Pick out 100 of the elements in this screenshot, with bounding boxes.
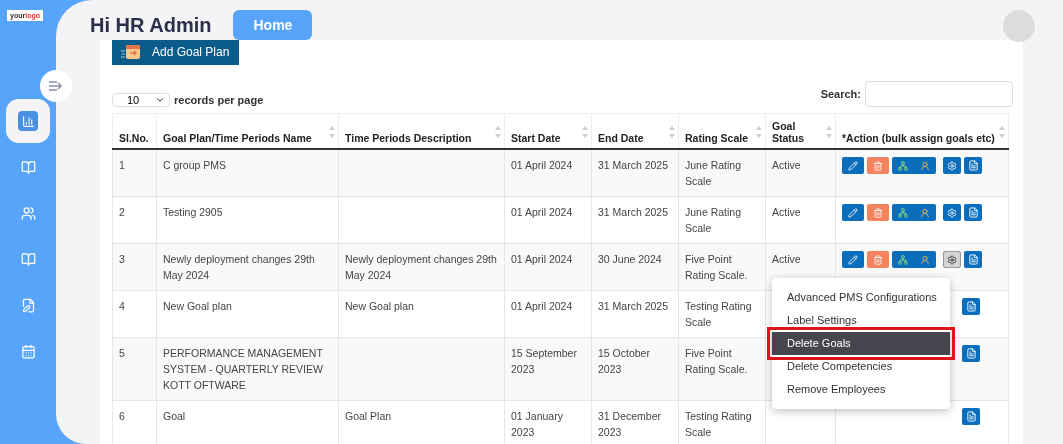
edit-button[interactable] (842, 251, 864, 268)
table-cell: 6 (119, 410, 125, 422)
table-cell: 15 October 2023 (598, 347, 650, 375)
sort-icon[interactable] (826, 126, 832, 138)
table-cell: Newly deployment changes 29th May 2024 (163, 253, 315, 281)
document-icon (965, 411, 977, 422)
sort-icon[interactable] (495, 126, 501, 138)
users-icon (20, 205, 36, 221)
delete-button[interactable] (867, 204, 889, 221)
sort-icon[interactable] (756, 126, 762, 138)
chart-icon (21, 114, 35, 128)
table-cell: 01 April 2024 (511, 300, 573, 312)
table-cell: June Rating Scale (685, 159, 742, 187)
document-button[interactable] (964, 204, 982, 221)
table-cell: Testing 2905 (163, 206, 223, 218)
table-cell: 01 January 2023 (511, 410, 563, 438)
document-icon (967, 254, 979, 265)
delete-button[interactable] (867, 251, 889, 268)
table-cell: 3 (119, 253, 125, 265)
user-icon (920, 207, 930, 218)
table-cell: Testing Rating Scale (685, 410, 752, 438)
chevron-down-icon (155, 95, 165, 105)
table-cell: Goal (163, 410, 186, 422)
document-icon (965, 348, 977, 359)
table-cell: 01 April 2024 (511, 206, 573, 218)
sort-icon[interactable] (582, 126, 588, 138)
document-icon (965, 301, 977, 312)
collapse-icon (49, 81, 63, 91)
table-cell: New Goal plan (163, 300, 232, 312)
menu-item[interactable]: Label Settings (772, 309, 950, 332)
hierarchy-icon (898, 207, 908, 218)
table-cell: Five Point Rating Scale. (685, 253, 748, 281)
pencil-icon (848, 207, 858, 218)
document-button[interactable] (962, 298, 980, 315)
table-cell: 31 March 2025 (598, 159, 669, 171)
document-icon (967, 160, 979, 171)
page-size-label: records per page (174, 94, 264, 106)
table-cell: Testing Rating Scale (685, 300, 752, 328)
assign-button[interactable] (892, 251, 936, 268)
table-cell: New Goal plan (345, 300, 414, 312)
document-edit-icon (20, 297, 36, 313)
table-cell: PERFORMANCE MANAGEMENT SYSTEM - QUARTERLY REVIEW KOTT OFTWARE (163, 347, 323, 391)
user-icon (920, 160, 930, 171)
table-cell: Active (772, 253, 801, 265)
table-cell: 01 April 2024 (511, 159, 573, 171)
sort-icon[interactable] (669, 126, 675, 138)
document-button[interactable] (964, 157, 982, 174)
settings-button[interactable] (943, 204, 961, 221)
menu-item[interactable]: Remove Employees (772, 378, 950, 401)
table-cell: 31 December 2023 (598, 410, 662, 438)
book-icon (20, 251, 36, 267)
sidebar-toggle-button[interactable] (40, 70, 72, 102)
search-label: Search: (820, 88, 861, 100)
table-cell: C group PMS (163, 159, 227, 171)
table-cell: 31 March 2025 (598, 300, 669, 312)
table-cell: 2 (119, 206, 125, 218)
trash-icon (873, 254, 883, 265)
add-goal-plan-button[interactable]: Add Goal Plan (112, 40, 240, 65)
search-field[interactable] (865, 81, 1013, 107)
table-cell: 15 September 2023 (511, 347, 577, 375)
document-icon (967, 207, 979, 218)
table-cell: Active (772, 206, 801, 218)
settings-button[interactable] (943, 157, 961, 174)
assign-button[interactable] (892, 204, 936, 221)
assign-button[interactable] (892, 157, 936, 174)
settings-icon (947, 160, 957, 171)
trash-icon (873, 160, 883, 171)
table-cell: Active (772, 159, 801, 171)
edit-button[interactable] (842, 204, 864, 221)
sort-icon[interactable] (329, 126, 335, 138)
document-button[interactable] (962, 345, 980, 362)
table-cell: 1 (119, 159, 125, 171)
trash-icon (873, 207, 883, 218)
table-cell: June Rating Scale (685, 206, 742, 234)
document-button[interactable] (964, 251, 982, 268)
pencil-icon (848, 254, 858, 265)
table-cell: 01 April 2024 (511, 253, 573, 265)
calendar-icon (20, 343, 36, 359)
table-cell: Goal Plan (345, 410, 392, 422)
hierarchy-icon (898, 254, 908, 265)
table-cell: Five Point Rating Scale. (685, 347, 748, 375)
table-cell: 5 (119, 347, 125, 359)
edit-button[interactable] (842, 157, 864, 174)
table-cell: 30 June 2024 (598, 253, 662, 265)
pencil-icon (848, 160, 858, 171)
settings-icon (947, 207, 957, 218)
menu-item[interactable]: Delete Competencies (772, 355, 950, 378)
settings-button[interactable] (943, 251, 961, 268)
delete-button[interactable] (867, 157, 889, 174)
sort-icon[interactable] (999, 126, 1005, 138)
table-cell: 31 March 2025 (598, 206, 669, 218)
table-cell: Newly deployment changes 29th May 2024 (345, 253, 497, 281)
document-button[interactable] (962, 408, 980, 425)
hierarchy-icon (898, 160, 908, 171)
table-cell: 4 (119, 300, 125, 312)
greeting-title: Hi HR Admin (90, 13, 212, 37)
book-icon (20, 159, 36, 175)
menu-item[interactable]: Advanced PMS Configurations (772, 286, 950, 309)
page-size-select[interactable]: 10 (112, 93, 170, 107)
user-icon (920, 254, 930, 265)
